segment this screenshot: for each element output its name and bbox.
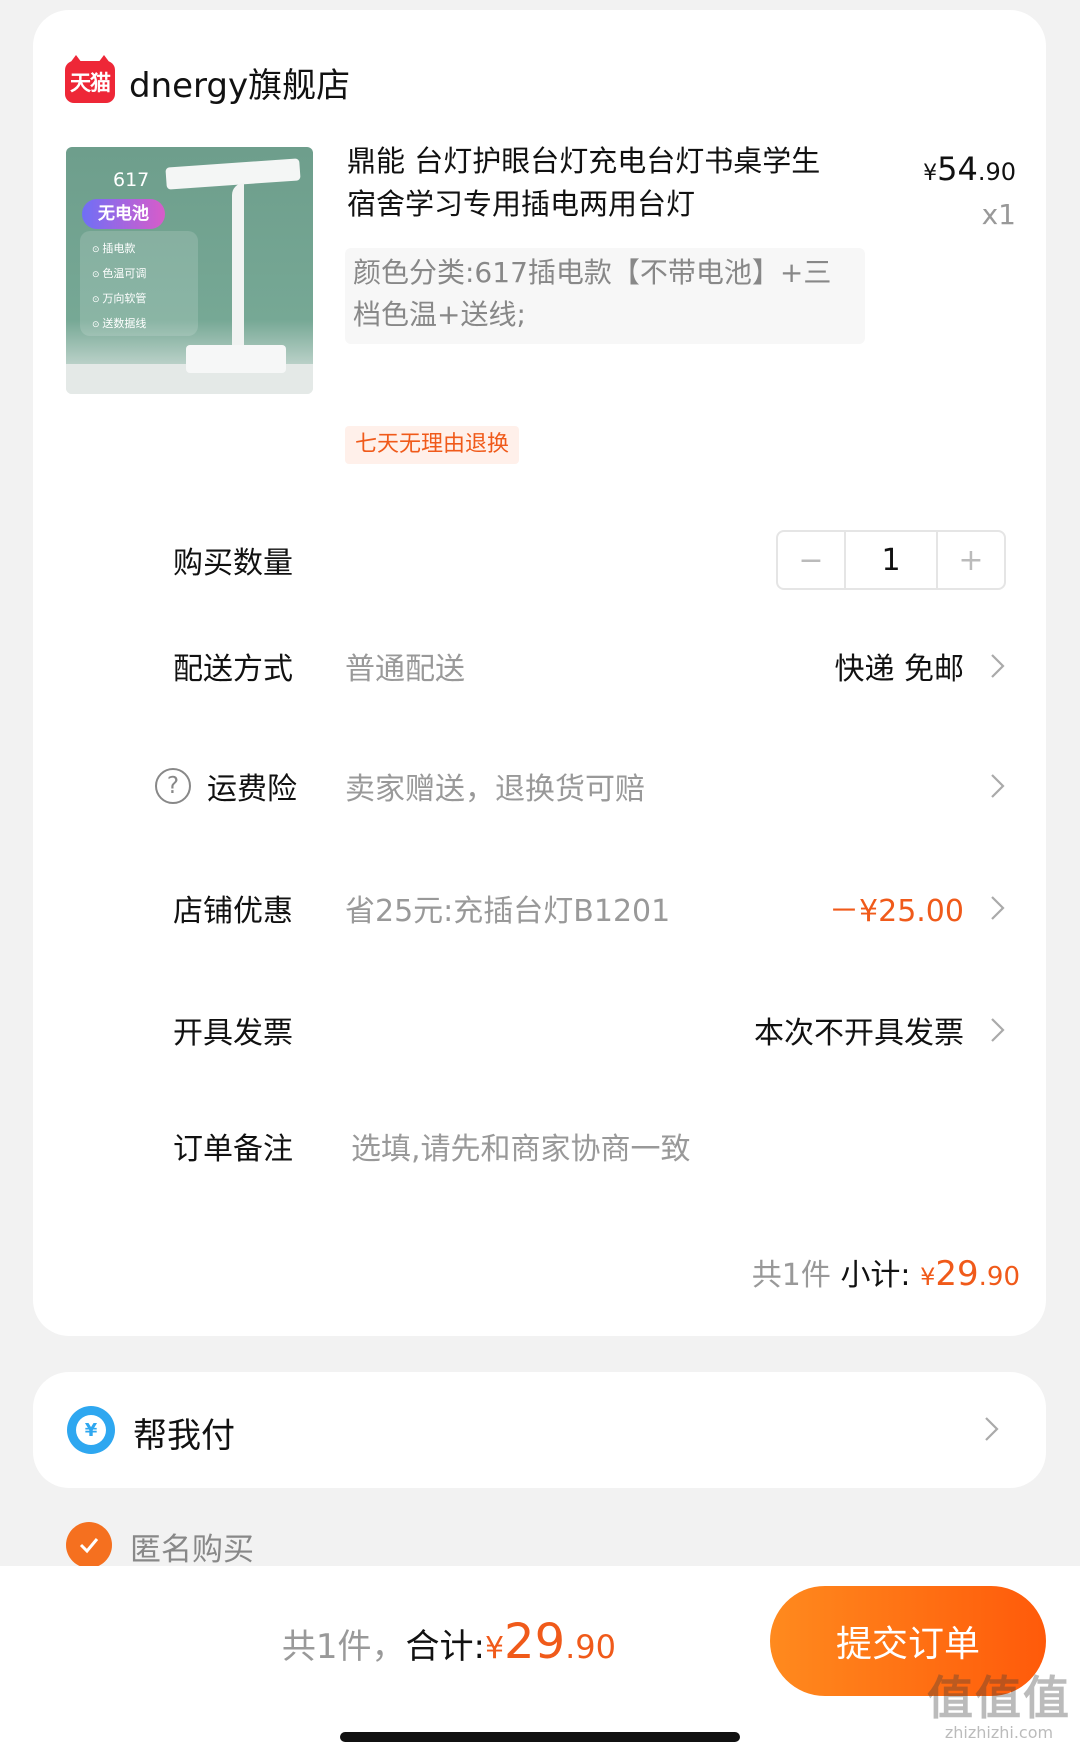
yuan-coin-icon: ¥ bbox=[67, 1406, 115, 1454]
product-thumbnail[interactable]: 617 无电池 插电款 色温可调 万向软管 送数据线 bbox=[66, 147, 313, 394]
thumb-feature: 万向软管 bbox=[92, 287, 198, 312]
anonymous-label[interactable]: 匿名购买 bbox=[130, 1524, 254, 1569]
order-note-input[interactable]: 选填,请先和商家协商一致 bbox=[351, 1124, 691, 1168]
checkout-bar: 共1件，合计:¥29.90 提交订单 值值值 zhizhizhi.com bbox=[0, 1566, 1080, 1760]
anonymous-checkbox[interactable] bbox=[66, 1522, 112, 1568]
chevron-right-icon bbox=[991, 1018, 1005, 1042]
store-header[interactable]: 天猫 dnergy旗舰店 bbox=[65, 55, 350, 108]
watermark-main: 值值值 bbox=[927, 1671, 1071, 1725]
check-icon bbox=[79, 1538, 99, 1554]
delivery-value: 快递 免邮 bbox=[834, 652, 964, 687]
insurance-description: 卖家赠送，退换货可赔 bbox=[345, 772, 645, 807]
help-me-pay-card[interactable]: ¥ 帮我付 bbox=[33, 1372, 1046, 1488]
store-discount-row[interactable]: 店铺优惠 省25元:充插台灯B1201 －¥25.00 bbox=[33, 878, 1046, 938]
discount-label: 店铺优惠 bbox=[173, 894, 293, 929]
decrease-button[interactable]: − bbox=[778, 532, 844, 588]
chevron-right-icon bbox=[985, 1417, 999, 1441]
home-indicator[interactable] bbox=[340, 1732, 740, 1742]
product-sku[interactable]: 颜色分类:617插电款【不带电池】+三档色温+送线; bbox=[345, 248, 865, 344]
thumb-feature: 插电款 bbox=[92, 237, 198, 262]
subtotal-count: 共1件 bbox=[751, 1258, 831, 1293]
watermark: 值值值 zhizhizhi.com bbox=[924, 1672, 1074, 1742]
discount-description: 省25元:充插台灯B1201 bbox=[345, 894, 671, 929]
subtotal-label: 小计: bbox=[840, 1258, 911, 1293]
price-integer: 54 bbox=[937, 150, 978, 188]
order-note-row: 订单备注 选填,请先和商家协商一致 bbox=[33, 1116, 1046, 1176]
invoice-label: 开具发票 bbox=[173, 1016, 293, 1051]
discount-amount: －¥25.00 bbox=[829, 894, 964, 929]
shipping-insurance-row[interactable]: ? 运费险 卖家赠送，退换货可赔 bbox=[33, 756, 1046, 816]
quantity-input[interactable]: 1 bbox=[844, 532, 938, 588]
lamp-neck bbox=[232, 183, 244, 353]
insurance-label: 运费险 bbox=[207, 772, 297, 807]
thumb-features: 插电款 色温可调 万向软管 送数据线 bbox=[80, 231, 198, 336]
quantity-stepper: − 1 + bbox=[776, 530, 1006, 590]
invoice-value: 本次不开具发票 bbox=[754, 1016, 964, 1051]
quantity-multiplier: x1 bbox=[981, 198, 1016, 231]
chevron-right-icon bbox=[991, 774, 1005, 798]
chevron-right-icon bbox=[991, 654, 1005, 678]
total-label: 合计: bbox=[405, 1627, 485, 1667]
order-card: 天猫 dnergy旗舰店 617 无电池 插电款 色温可调 万向软管 送数据线 … bbox=[33, 10, 1046, 1336]
invoice-row[interactable]: 开具发票 本次不开具发票 bbox=[33, 1000, 1046, 1060]
return-policy-badge: 七天无理由退换 bbox=[345, 426, 520, 464]
delivery-label: 配送方式 bbox=[173, 652, 293, 687]
quantity-label: 购买数量 bbox=[173, 546, 293, 581]
total-count: 共1件， bbox=[281, 1627, 406, 1667]
unit-price: ¥54.90 bbox=[923, 150, 1016, 188]
subtotal-amount: ¥29.90 bbox=[920, 1254, 1020, 1294]
thumb-feature: 色温可调 bbox=[92, 262, 198, 287]
help-pay-label: 帮我付 bbox=[133, 1416, 235, 1456]
subtotal: 共1件 小计: ¥29.90 bbox=[752, 1250, 1020, 1294]
total-amount: ¥29.90 bbox=[484, 1614, 616, 1670]
total-summary: 共1件，合计:¥29.90 bbox=[282, 1614, 616, 1670]
note-label: 订单备注 bbox=[173, 1132, 293, 1167]
delivery-row[interactable]: 配送方式 普通配送 快递 免邮 bbox=[33, 636, 1046, 696]
thumb-feature: 送数据线 bbox=[92, 312, 198, 337]
thumb-pill: 无电池 bbox=[82, 199, 165, 229]
price-cents: .90 bbox=[977, 158, 1016, 186]
store-name[interactable]: dnergy旗舰店 bbox=[129, 58, 350, 107]
order-confirmation-page: 天猫 dnergy旗舰店 617 无电池 插电款 色温可调 万向软管 送数据线 … bbox=[0, 0, 1080, 1760]
thumb-model: 617 bbox=[113, 169, 150, 191]
delivery-method: 普通配送 bbox=[345, 652, 465, 687]
tmall-logo: 天猫 bbox=[65, 55, 115, 103]
help-icon[interactable]: ? bbox=[155, 768, 191, 804]
lamp-base bbox=[186, 345, 286, 373]
increase-button[interactable]: + bbox=[938, 532, 1004, 588]
lamp-head bbox=[165, 158, 301, 190]
chevron-right-icon bbox=[991, 896, 1005, 920]
watermark-sub: zhizhizhi.com bbox=[944, 1723, 1054, 1742]
product-title[interactable]: 鼎能 台灯护眼台灯充电台灯书桌学生宿舍学习专用插电两用台灯 bbox=[347, 140, 837, 226]
price-currency: ¥ bbox=[923, 161, 938, 186]
